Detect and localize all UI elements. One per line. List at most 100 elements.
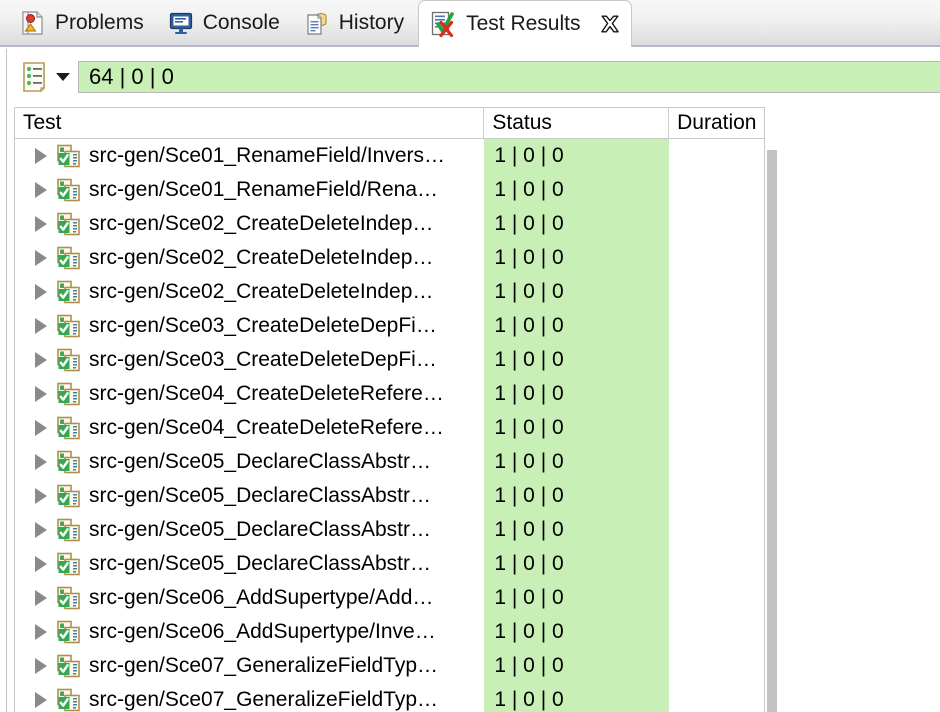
cell-duration [669, 173, 764, 207]
test-results-toolbar: 64 | 0 | 0 [0, 47, 940, 107]
table-row[interactable]: src-gen/Sce01_RenameField/Invers… 1 | 0 … [15, 139, 764, 173]
chevron-right-icon[interactable] [35, 352, 47, 368]
chevron-right-icon[interactable] [35, 522, 47, 538]
cell-status: 1 | 0 | 0 [484, 615, 670, 649]
test-results-icon [429, 10, 457, 38]
chevron-down-icon[interactable] [56, 73, 70, 81]
cell-test[interactable]: src-gen/Sce05_DeclareClassAbstr… [15, 518, 484, 542]
close-icon[interactable] [599, 13, 621, 35]
cell-status: 1 | 0 | 0 [484, 547, 670, 581]
cell-test[interactable]: src-gen/Sce05_DeclareClassAbstr… [15, 450, 484, 474]
table-row[interactable]: src-gen/Sce07_GeneralizeFieldTyp… 1 | 0 … [15, 649, 764, 683]
table-row[interactable]: src-gen/Sce06_AddSupertype/Inve… 1 | 0 |… [15, 615, 764, 649]
cell-test[interactable]: src-gen/Sce06_AddSupertype/Add… [15, 586, 484, 610]
table-row[interactable]: src-gen/Sce04_CreateDeleteRefere… 1 | 0 … [15, 411, 764, 445]
chevron-right-icon[interactable] [35, 624, 47, 640]
cell-test[interactable]: src-gen/Sce01_RenameField/Invers… [15, 144, 484, 168]
chevron-right-icon[interactable] [35, 590, 47, 606]
table-row[interactable]: src-gen/Sce05_DeclareClassAbstr… 1 | 0 |… [15, 547, 764, 581]
test-name: src-gen/Sce05_DeclareClassAbstr… [89, 484, 431, 507]
table-row[interactable]: src-gen/Sce05_DeclareClassAbstr… 1 | 0 |… [15, 445, 764, 479]
test-case-passed-icon [56, 280, 82, 304]
cell-test[interactable]: src-gen/Sce05_DeclareClassAbstr… [15, 484, 484, 508]
column-header-status[interactable]: Status [484, 108, 670, 138]
table-row[interactable]: src-gen/Sce05_DeclareClassAbstr… 1 | 0 |… [15, 513, 764, 547]
column-header-status-label: Status [492, 111, 552, 134]
test-name: src-gen/Sce03_CreateDeleteDepFi… [89, 348, 437, 371]
cell-test[interactable]: src-gen/Sce02_CreateDeleteIndep… [15, 280, 484, 304]
cell-test[interactable]: src-gen/Sce03_CreateDeleteDepFi… [15, 314, 484, 338]
table-row[interactable]: src-gen/Sce02_CreateDeleteIndep… 1 | 0 |… [15, 275, 764, 309]
cell-test[interactable]: src-gen/Sce04_CreateDeleteRefere… [15, 382, 484, 406]
test-status-counts: 1 | 0 | 0 [494, 348, 564, 371]
console-icon [168, 10, 194, 36]
chevron-right-icon[interactable] [35, 420, 47, 436]
cell-status: 1 | 0 | 0 [484, 445, 670, 479]
vertical-scrollbar[interactable] [767, 150, 777, 712]
test-status-counts: 1 | 0 | 0 [494, 144, 564, 167]
cell-test[interactable]: src-gen/Sce07_GeneralizeFieldTyp… [15, 688, 484, 712]
chevron-right-icon[interactable] [35, 182, 47, 198]
test-name: src-gen/Sce02_CreateDeleteIndep… [89, 246, 434, 269]
cell-test[interactable]: src-gen/Sce06_AddSupertype/Inve… [15, 620, 484, 644]
chevron-right-icon[interactable] [35, 692, 47, 708]
table-row[interactable]: src-gen/Sce04_CreateDeleteRefere… 1 | 0 … [15, 377, 764, 411]
chevron-right-icon[interactable] [35, 216, 47, 232]
chevron-right-icon[interactable] [35, 284, 47, 300]
cell-status: 1 | 0 | 0 [484, 683, 670, 712]
table-row[interactable]: src-gen/Sce07_GeneralizeFieldTyp… 1 | 0 … [15, 683, 764, 712]
cell-duration [669, 411, 764, 445]
chevron-right-icon[interactable] [35, 488, 47, 504]
test-name: src-gen/Sce06_AddSupertype/Add… [89, 586, 434, 609]
table-row[interactable]: src-gen/Sce05_DeclareClassAbstr… 1 | 0 |… [15, 479, 764, 513]
column-header-duration[interactable]: Duration [669, 108, 764, 138]
cell-test[interactable]: src-gen/Sce03_CreateDeleteDepFi… [15, 348, 484, 372]
test-name: src-gen/Sce01_RenameField/Invers… [89, 144, 445, 167]
tab-test-results-label: Test Results [466, 12, 581, 35]
chevron-right-icon[interactable] [35, 318, 47, 334]
chevron-right-icon[interactable] [35, 148, 47, 164]
cell-test[interactable]: src-gen/Sce02_CreateDeleteIndep… [15, 246, 484, 270]
test-status-counts: 1 | 0 | 0 [494, 688, 564, 711]
chevron-right-icon[interactable] [35, 658, 47, 674]
test-name: src-gen/Sce01_RenameField/Rena… [89, 178, 439, 201]
table-row[interactable]: src-gen/Sce02_CreateDeleteIndep… 1 | 0 |… [15, 241, 764, 275]
table-row[interactable]: src-gen/Sce06_AddSupertype/Add… 1 | 0 | … [15, 581, 764, 615]
test-name: src-gen/Sce07_GeneralizeFieldTyp… [89, 688, 439, 711]
problems-icon [20, 10, 46, 36]
tab-test-results[interactable]: Test Results [418, 0, 633, 47]
cell-status: 1 | 0 | 0 [484, 581, 670, 615]
tab-console[interactable]: Console [158, 0, 294, 45]
chevron-right-icon[interactable] [35, 454, 47, 470]
table-row[interactable]: src-gen/Sce01_RenameField/Rena… 1 | 0 | … [15, 173, 764, 207]
cell-status: 1 | 0 | 0 [484, 173, 670, 207]
cell-test[interactable]: src-gen/Sce02_CreateDeleteIndep… [15, 212, 484, 236]
test-name: src-gen/Sce04_CreateDeleteRefere… [89, 382, 444, 405]
cell-status: 1 | 0 | 0 [484, 241, 670, 275]
tab-history-label: History [338, 10, 405, 34]
test-name: src-gen/Sce05_DeclareClassAbstr… [89, 552, 431, 575]
cell-duration [669, 513, 764, 547]
table-row[interactable]: src-gen/Sce03_CreateDeleteDepFi… 1 | 0 |… [15, 343, 764, 377]
test-case-passed-icon [56, 144, 82, 168]
cell-duration [669, 479, 764, 513]
tab-problems[interactable]: Problems [10, 0, 158, 45]
table-row[interactable]: src-gen/Sce02_CreateDeleteIndep… 1 | 0 |… [15, 207, 764, 241]
chevron-right-icon[interactable] [35, 386, 47, 402]
chevron-right-icon[interactable] [35, 250, 47, 266]
tab-history[interactable]: History [294, 0, 418, 45]
toolbar-left-group [0, 61, 78, 93]
test-name: src-gen/Sce03_CreateDeleteDepFi… [89, 314, 437, 337]
table-row[interactable]: src-gen/Sce03_CreateDeleteDepFi… 1 | 0 |… [15, 309, 764, 343]
test-status-counts: 1 | 0 | 0 [494, 654, 564, 677]
cell-test[interactable]: src-gen/Sce07_GeneralizeFieldTyp… [15, 654, 484, 678]
chevron-right-icon[interactable] [35, 556, 47, 572]
test-status-counts: 1 | 0 | 0 [494, 280, 564, 303]
cell-test[interactable]: src-gen/Sce04_CreateDeleteRefere… [15, 416, 484, 440]
cell-test[interactable]: src-gen/Sce05_DeclareClassAbstr… [15, 552, 484, 576]
cell-test[interactable]: src-gen/Sce01_RenameField/Rena… [15, 178, 484, 202]
column-header-test[interactable]: Test [15, 108, 485, 138]
test-case-passed-icon [56, 620, 82, 644]
history-icon [304, 10, 330, 36]
test-report-list-icon[interactable] [19, 61, 49, 93]
